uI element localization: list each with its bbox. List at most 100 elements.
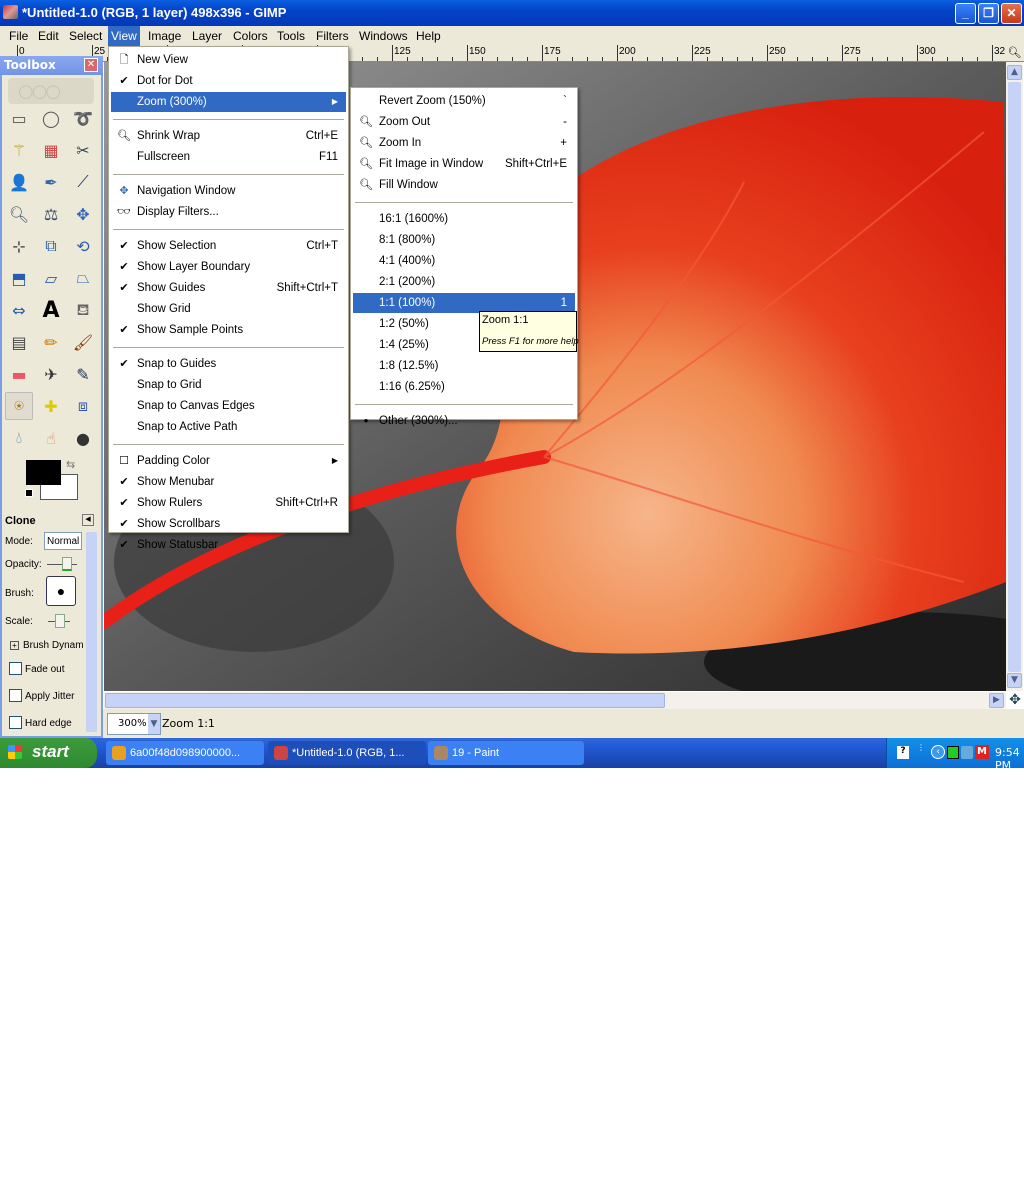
tool-scale-icon[interactable]: ⬒ <box>5 264 33 292</box>
tool-shear-icon[interactable]: ▱ <box>37 264 65 292</box>
menu-select[interactable]: Select <box>66 28 105 44</box>
tool-blend-icon[interactable]: ▤ <box>5 328 33 356</box>
help-icon[interactable]: ? <box>897 746 909 759</box>
tool-zoom-icon[interactable]: 🔍︎ <box>5 200 33 228</box>
opacity-slider-handle[interactable] <box>62 557 72 571</box>
menu-item-snap-to-active-path[interactable]: Snap to Active Path <box>111 417 346 437</box>
menu-item-show-sample-points[interactable]: ✔ Show Sample Points <box>111 320 346 340</box>
vertical-scrollbar[interactable]: ▲ ▼ <box>1006 62 1023 691</box>
menu-item-show-menubar[interactable]: ✔ Show Menubar <box>111 472 346 492</box>
minimize-button[interactable]: _ <box>955 3 976 24</box>
menu-item-dot-for-dot[interactable]: ✔ Dot for Dot <box>111 71 346 91</box>
tool-perspective-clone-icon[interactable]: ⧈ <box>69 392 97 420</box>
tool-rotate-icon[interactable]: ⟲ <box>69 232 97 260</box>
menu-item-fullscreen[interactable]: Fullscreen F11 <box>111 147 346 167</box>
tool-heal-icon[interactable]: ✚ <box>37 392 65 420</box>
tool-foreground-select-icon[interactable]: 👤 <box>5 168 33 196</box>
tool-text-icon[interactable]: A <box>37 296 65 324</box>
menu-item-padding-color[interactable]: ☐ Padding Color ▶ <box>111 451 346 471</box>
menu-item-other-300[interactable]: ● Other (300%)... <box>353 411 575 431</box>
menu-item-navigation-window[interactable]: ✥ Navigation Window <box>111 181 346 201</box>
fade-out-checkbox[interactable] <box>9 662 22 675</box>
zoom-combo[interactable]: 300% ▼ <box>107 713 161 735</box>
menu-image[interactable]: Image <box>145 28 184 44</box>
scroll-down-button[interactable]: ▼ <box>1007 673 1022 688</box>
default-colors-icon[interactable] <box>25 489 33 497</box>
scale-slider-handle[interactable] <box>55 614 65 628</box>
menu-item-snap-to-canvas-edges[interactable]: Snap to Canvas Edges <box>111 396 346 416</box>
tool-pencil-icon[interactable]: ✏ <box>37 328 65 356</box>
tool-smudge-icon[interactable]: ☝ <box>37 424 65 452</box>
menu-edit[interactable]: Edit <box>35 28 62 44</box>
menu-item-new-view[interactable]: 🗋︎ New View <box>111 50 346 70</box>
navigate-icon[interactable]: ✥ <box>1007 692 1023 709</box>
menu-item-display-filters[interactable]: 👓︎ Display Filters... <box>111 202 346 222</box>
menu-item-2-1-200[interactable]: 2:1 (200%) <box>353 272 575 292</box>
swap-colors-icon[interactable]: ⇆ <box>66 458 75 471</box>
menu-file[interactable]: File <box>6 28 31 44</box>
tool-flip-icon[interactable]: ⇔ <box>5 296 33 324</box>
maximize-button[interactable]: ❐ <box>978 3 999 24</box>
menu-item-4-1-400[interactable]: 4:1 (400%) <box>353 251 575 271</box>
menu-item-show-rulers[interactable]: ✔ Show Rulers Shift+Ctrl+R <box>111 493 346 513</box>
start-button[interactable]: start <box>0 738 97 768</box>
menu-item-zoom-in[interactable]: 🔍︎ Zoom In + <box>353 133 575 153</box>
expand-icon[interactable]: + <box>10 641 19 650</box>
scroll-right-button[interactable]: ▶ <box>989 693 1004 708</box>
tool-color-picker-icon[interactable]: ⟋ <box>69 168 97 196</box>
menu-item-show-layer-boundary[interactable]: ✔ Show Layer Boundary <box>111 257 346 277</box>
taskbar-button[interactable]: 6a00f48d098900000... <box>106 741 264 765</box>
menu-item-zoom-out[interactable]: 🔍︎ Zoom Out - <box>353 112 575 132</box>
menu-item-1-16-6-25[interactable]: 1:16 (6.25%) <box>353 377 575 397</box>
tool-select-by-color-icon[interactable]: ▦ <box>37 136 65 164</box>
brush-preview[interactable]: ● <box>46 576 76 606</box>
tool-crop-icon[interactable]: ⧉ <box>37 232 65 260</box>
panel-menu-button[interactable]: ◀ <box>82 514 94 526</box>
security-icon[interactable] <box>961 746 973 759</box>
horizontal-scroll-thumb[interactable] <box>105 693 665 708</box>
tool-paintbrush-icon[interactable]: 🖌︎ <box>69 328 97 356</box>
apply-jitter-checkbox[interactable] <box>9 689 22 702</box>
tool-perspective-icon[interactable]: ⏢ <box>69 264 97 292</box>
menu-item-show-grid[interactable]: Show Grid <box>111 299 346 319</box>
tool-bucket-fill-icon[interactable]: ⛾ <box>69 296 97 324</box>
menu-item-1-8-12-5[interactable]: 1:8 (12.5%) <box>353 356 575 376</box>
tool-blur-icon[interactable]: 💧︎ <box>5 424 33 452</box>
menu-item-snap-to-grid[interactable]: Snap to Grid <box>111 375 346 395</box>
tool-airbrush-icon[interactable]: ✈ <box>37 360 65 388</box>
menu-item-fill-window[interactable]: 🔍︎ Fill Window <box>353 175 575 195</box>
tool-ink-icon[interactable]: ✎ <box>69 360 97 388</box>
vertical-scroll-thumb[interactable] <box>1008 82 1021 672</box>
tool-eraser-icon[interactable]: ▬ <box>5 360 33 388</box>
mcafee-icon[interactable]: M <box>975 745 989 759</box>
close-button[interactable]: ✕ <box>1001 3 1022 24</box>
tool-dodge-burn-icon[interactable]: ● <box>69 424 97 452</box>
tool-align-icon[interactable]: ⊹ <box>5 232 33 260</box>
menu-item-show-selection[interactable]: ✔ Show Selection Ctrl+T <box>111 236 346 256</box>
menu-layer[interactable]: Layer <box>189 28 225 44</box>
menu-view[interactable]: View <box>108 26 140 46</box>
tool-move-icon[interactable]: ✥ <box>69 200 97 228</box>
tool-ellipse-select-icon[interactable]: ◯ <box>37 104 65 132</box>
tool-paths-icon[interactable]: ✒ <box>37 168 65 196</box>
menu-item-revert-zoom-150[interactable]: Revert Zoom (150%) ` <box>353 91 575 111</box>
menu-item-8-1-800[interactable]: 8:1 (800%) <box>353 230 575 250</box>
menu-item-shrink-wrap[interactable]: 🔍︎ Shrink Wrap Ctrl+E <box>111 126 346 146</box>
menu-colors[interactable]: Colors <box>230 28 271 44</box>
hard-edge-checkbox[interactable] <box>9 716 22 729</box>
network-icon[interactable]: ⋮ <box>917 743 925 761</box>
horizontal-scrollbar[interactable]: ▶ <box>104 692 1006 709</box>
menu-item-16-1-1600[interactable]: 16:1 (1600%) <box>353 209 575 229</box>
brush-dynamics-expander[interactable]: Brush Dynam <box>23 640 84 651</box>
tool-scissors-icon[interactable]: ✂ <box>69 136 97 164</box>
tool-rect-select-icon[interactable]: ▭ <box>5 104 33 132</box>
tool-fuzzy-select-icon[interactable]: ⚚ <box>5 136 33 164</box>
menu-item-show-scrollbars[interactable]: ✔ Show Scrollbars <box>111 514 346 534</box>
menu-item-show-statusbar[interactable]: ✔ Show Statusbar <box>111 535 346 555</box>
menu-tools[interactable]: Tools <box>274 28 308 44</box>
options-scrollbar[interactable] <box>86 532 97 732</box>
toolbox-close-button[interactable]: ✕ <box>84 58 98 72</box>
taskbar-button[interactable]: *Untitled-1.0 (RGB, 1... <box>268 741 426 765</box>
zoom-lens-icon[interactable]: 🔍︎ <box>1006 46 1023 62</box>
tool-free-select-icon[interactable]: ➰ <box>69 104 97 132</box>
